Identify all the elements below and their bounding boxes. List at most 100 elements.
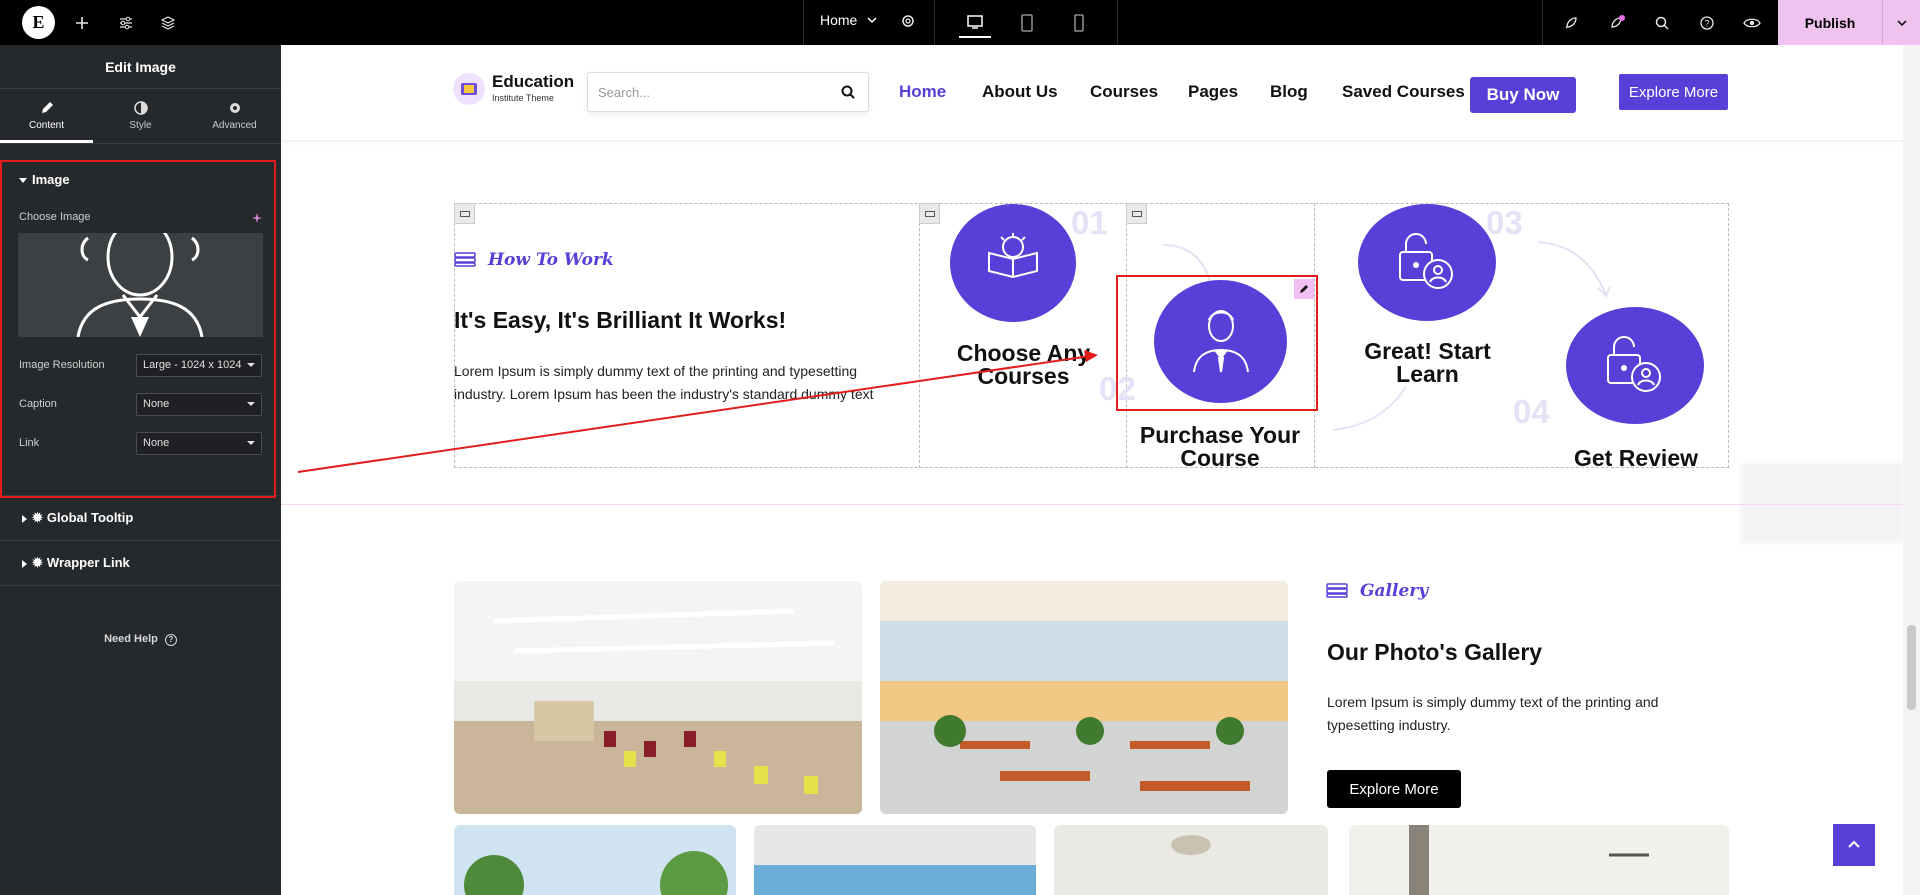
- nav-home[interactable]: Home: [899, 82, 946, 102]
- gallery-photo-5[interactable]: [1054, 825, 1328, 895]
- gallery-body: Lorem Ipsum is simply dummy text of the …: [1327, 694, 1659, 733]
- nav-pages[interactable]: Pages: [1188, 82, 1238, 102]
- divider: [0, 585, 281, 586]
- rocket-icon[interactable]: [1558, 10, 1584, 36]
- brain-book-icon: [983, 231, 1043, 296]
- step-title-2: Purchase Your Course: [1139, 422, 1301, 471]
- column-divider: [919, 203, 920, 468]
- scrollbar-thumb[interactable]: [1907, 625, 1916, 710]
- gallery-photo-6[interactable]: [1349, 825, 1729, 895]
- elementor-logo[interactable]: E: [22, 6, 55, 39]
- how-body: Lorem Ipsum is simply dummy text of the …: [454, 363, 874, 402]
- gallery-photo-2[interactable]: [880, 581, 1288, 814]
- sliders-icon[interactable]: [113, 10, 139, 36]
- chevron-down-icon: [866, 13, 878, 31]
- eye-icon[interactable]: [1739, 10, 1765, 36]
- accordion-label: ✹ Wrapper Link: [22, 555, 130, 571]
- device-switcher: [935, 0, 1118, 45]
- site-header: Education Institute Theme Search... Home…: [281, 45, 1903, 141]
- step-title-1: Choose Any Courses: [956, 340, 1091, 389]
- need-help-label: Need Help: [104, 633, 158, 645]
- nav-courses[interactable]: Courses: [1090, 82, 1158, 102]
- gallery-photo-3[interactable]: [454, 825, 736, 895]
- book-stack-icon: [454, 251, 476, 272]
- buy-now-button[interactable]: Buy Now: [1470, 77, 1576, 113]
- how-heading: It's Easy, It's Brilliant It Works!: [454, 307, 787, 333]
- panel-title: Edit Image: [105, 59, 176, 75]
- tab-style[interactable]: Style: [94, 89, 187, 143]
- divider: [1542, 0, 1543, 45]
- accordion-global-tooltip[interactable]: ✹ Global Tooltip: [0, 495, 281, 540]
- tab-advanced[interactable]: Advanced: [188, 89, 281, 143]
- blurred-widget: [1741, 463, 1903, 543]
- lock-user-icon: [1394, 230, 1460, 295]
- preview-canvas: Education Institute Theme Search... Home…: [281, 45, 1920, 895]
- step-circle-4: [1566, 307, 1704, 424]
- accordion-label: ✹ Global Tooltip: [22, 510, 133, 526]
- gear-icon: [227, 100, 243, 116]
- site-logo-subtitle: Institute Theme: [492, 93, 554, 103]
- column-handle[interactable]: [919, 203, 940, 224]
- gallery-photo-1[interactable]: [454, 581, 862, 814]
- explore-more-button[interactable]: Explore More: [1619, 74, 1728, 110]
- nav-saved-courses[interactable]: Saved Courses: [1342, 82, 1465, 102]
- caret-right-icon: [22, 559, 27, 568]
- page-label: Home: [820, 12, 858, 28]
- step-number: 04: [1513, 393, 1550, 430]
- how-kicker: How To Work: [488, 250, 614, 270]
- canvas-scrollbar[interactable]: [1903, 45, 1920, 895]
- desktop-icon[interactable]: [959, 8, 991, 38]
- site-logo-name[interactable]: Education: [492, 72, 574, 92]
- help-icon: ?: [164, 634, 177, 646]
- publish-button[interactable]: Publish: [1778, 0, 1882, 45]
- publish-options-chevron-icon[interactable]: [1882, 0, 1920, 45]
- gallery-heading: Our Photo's Gallery: [1327, 639, 1543, 665]
- scroll-to-top-button[interactable]: [1833, 824, 1875, 866]
- book-logo-icon: [453, 73, 485, 105]
- step-number: 03: [1486, 204, 1523, 241]
- book-stack-icon: [1326, 582, 1348, 603]
- gear-icon[interactable]: [900, 13, 916, 34]
- lock-user-icon: [1602, 333, 1668, 398]
- help-icon[interactable]: ?: [1694, 10, 1720, 36]
- nav-blog[interactable]: Blog: [1270, 82, 1308, 102]
- plus-icon[interactable]: [69, 10, 95, 36]
- tablet-icon[interactable]: [1011, 8, 1043, 38]
- section-divider: [281, 504, 1903, 505]
- gallery-kicker: Gallery: [1360, 581, 1429, 601]
- edit-pencil-icon[interactable]: [1294, 279, 1314, 299]
- gallery-explore-button[interactable]: Explore More: [1327, 770, 1461, 808]
- pencil-icon: [39, 100, 55, 116]
- layers-icon[interactable]: [155, 10, 181, 36]
- gallery-photo-4[interactable]: [754, 825, 1036, 895]
- caret-right-icon: [22, 514, 27, 523]
- half-circle-icon: [133, 100, 149, 116]
- search-placeholder: Search...: [598, 85, 651, 100]
- search-icon[interactable]: [840, 84, 856, 105]
- tab-label: Content: [28, 120, 65, 131]
- annotation-highlight-box: [0, 160, 276, 498]
- search-icon[interactable]: [1649, 10, 1675, 36]
- page-selector[interactable]: Home: [803, 0, 935, 45]
- need-help-link[interactable]: Need Help ?: [0, 633, 281, 646]
- tab-label: Advanced: [212, 120, 257, 131]
- step-title-3: Great! Start Learn: [1364, 338, 1491, 387]
- column-handle[interactable]: [454, 203, 475, 224]
- step-circle-1: [950, 204, 1076, 322]
- svg-text:?: ?: [1704, 19, 1709, 29]
- step-circle-3: [1358, 204, 1496, 321]
- accordion-wrapper-link[interactable]: ✹ Wrapper Link: [0, 540, 281, 585]
- notifications-icon[interactable]: [1604, 10, 1630, 36]
- divider: [0, 143, 281, 144]
- globe-icon: ✹: [32, 555, 43, 570]
- selected-image-outline: [1116, 275, 1318, 411]
- step-title-4: Get Review: [1574, 445, 1698, 471]
- nav-about-us[interactable]: About Us: [982, 82, 1058, 102]
- step-number: 01: [1071, 204, 1108, 241]
- site-search-input[interactable]: Search...: [587, 72, 869, 112]
- arrow-curve-decoration: [1332, 386, 1407, 431]
- arrow-curve-decoration: [1537, 241, 1611, 298]
- column-handle[interactable]: [1126, 203, 1147, 224]
- tab-content[interactable]: Content: [0, 89, 93, 143]
- mobile-icon[interactable]: [1063, 8, 1095, 38]
